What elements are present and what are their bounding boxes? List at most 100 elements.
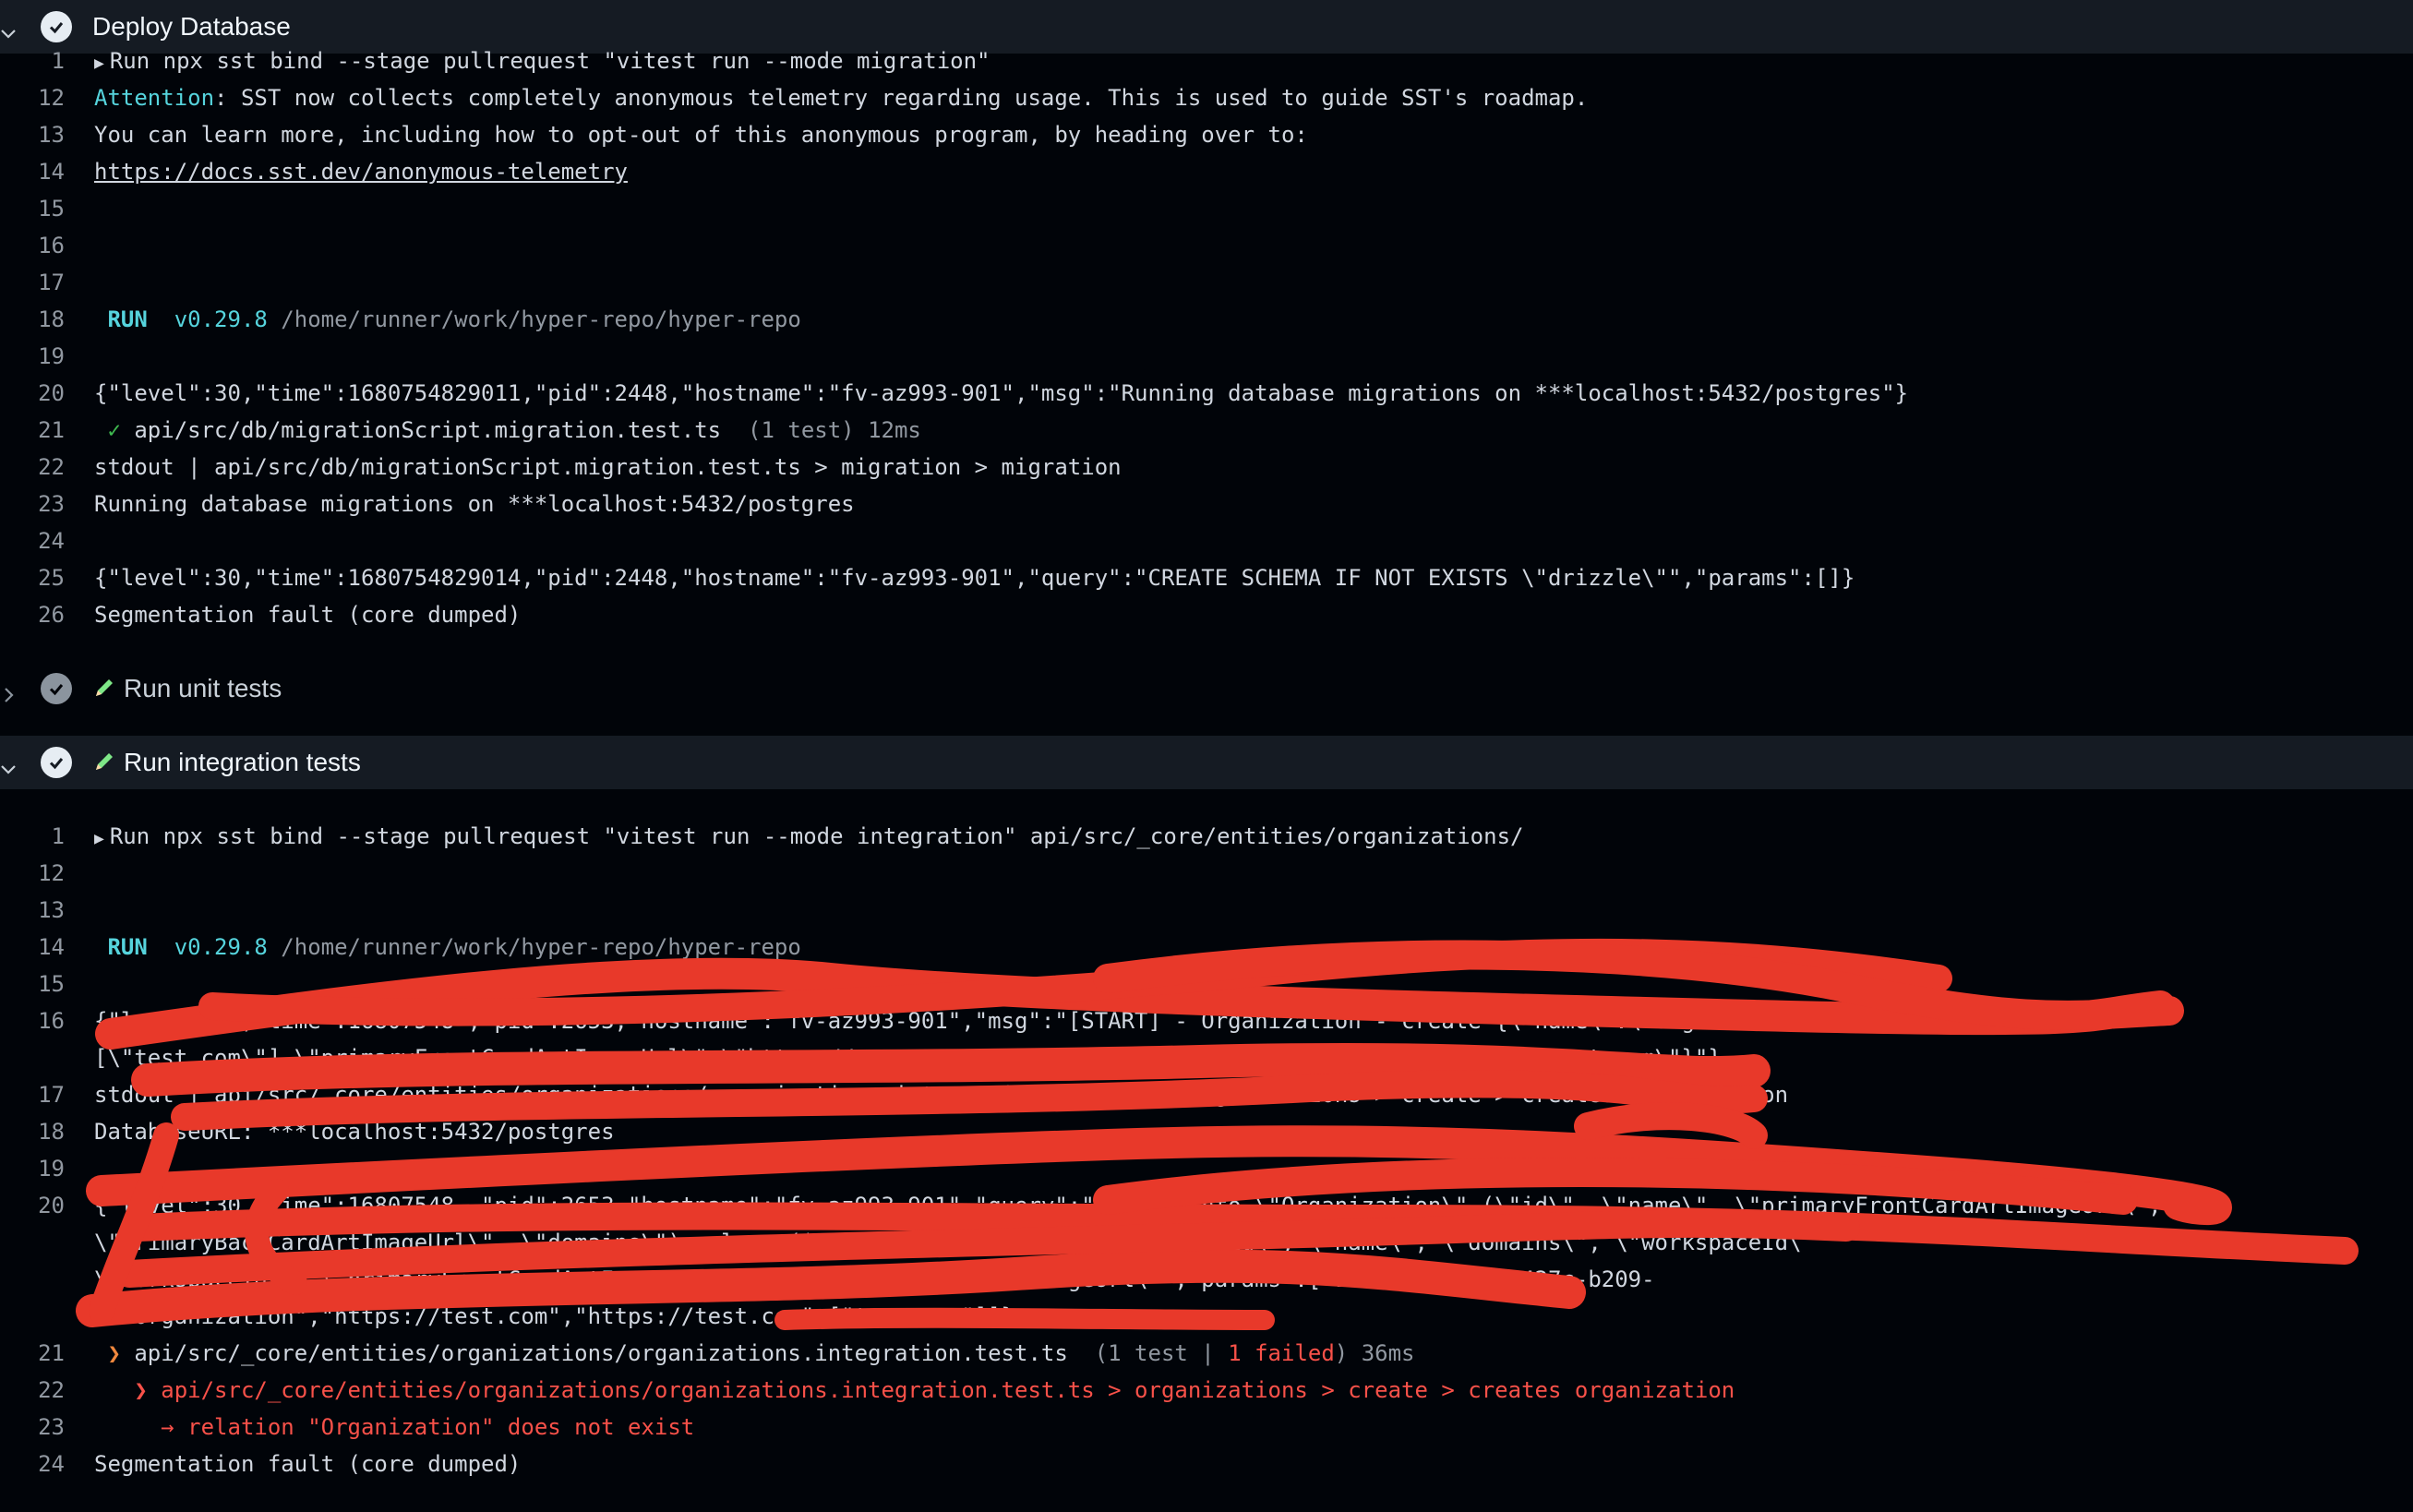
log-line: 24 Segmentation fault (core dumped) bbox=[0, 1446, 2413, 1482]
line-number: 25 bbox=[38, 565, 65, 591]
pass-check-icon: ✓ bbox=[94, 417, 121, 443]
log-line: 20 {"level":30,"time":16807548 ,"pid":265… bbox=[0, 1187, 2413, 1224]
line-number: 21 bbox=[38, 1340, 65, 1366]
expand-triangle-icon[interactable]: ▶ bbox=[94, 829, 104, 848]
version: v0.29.8 bbox=[174, 934, 268, 960]
log-line: 15 bbox=[0, 190, 2413, 227]
pencil-icon bbox=[96, 679, 113, 696]
chevron-down-icon[interactable] bbox=[0, 754, 17, 774]
line-number: 16 bbox=[38, 1008, 65, 1034]
step-title: Deploy Database bbox=[92, 12, 291, 41]
log-text: DatabaseURL: ***localhost:5432/postgres bbox=[94, 1119, 615, 1145]
log-line: Organization","https://test.com","https:… bbox=[0, 1298, 2413, 1335]
log-text: RUN v0.29.8 /home/runner/work/hyper-repo… bbox=[94, 301, 801, 338]
line-number: 20 bbox=[38, 1193, 65, 1218]
log-text: Organization","https://test.com","https:… bbox=[94, 1303, 1014, 1329]
log-line: 15 bbox=[0, 966, 2413, 1002]
log-line: \"primaryBackCardArtImageUrl\", \"domain… bbox=[0, 1224, 2413, 1261]
log-line: 16 bbox=[0, 227, 2413, 264]
log-text: Attention: SST now collects completely a… bbox=[94, 79, 1588, 116]
log-line: 16 {"level":30,"time":16807548 ,"pid":265… bbox=[0, 1002, 2413, 1039]
check-circle-icon bbox=[41, 747, 72, 778]
run-path: /home/runner/work/hyper-repo/hyper-repo bbox=[267, 306, 801, 332]
step-run-unit-tests[interactable]: Run unit tests bbox=[0, 662, 2413, 715]
log-line: 19 bbox=[0, 338, 2413, 375]
log-line: 21 ✓ api/src/db/migrationScript.migratio… bbox=[0, 412, 2413, 449]
line-number: 16 bbox=[38, 233, 65, 258]
log-text: {"level":30,"time":16807548 ,"pid":2653,… bbox=[94, 1193, 2162, 1218]
check-circle-icon bbox=[41, 11, 72, 42]
log-line: 19 bbox=[0, 1150, 2413, 1187]
log-line: \"workspaceId\", \"primaryFrontCardArtIm… bbox=[0, 1261, 2413, 1298]
telemetry-link[interactable]: https://docs.sst.dev/anonymous-telemetry bbox=[94, 159, 628, 185]
log-line: 1 ▶ Run npx sst bind --stage pullrequest "… bbox=[0, 42, 2413, 79]
log-text: ❯ api/src/_core/entities/organizations/o… bbox=[94, 1335, 1415, 1372]
log-line: 12 bbox=[0, 855, 2413, 892]
line-number: 1 bbox=[51, 823, 65, 849]
failed-test-path: api/src/_core/entities/organizations/org… bbox=[147, 1377, 1735, 1403]
log-line: 22 ❯ api/src/_core/entities/organization… bbox=[0, 1372, 2413, 1409]
log-text: Segmentation fault (core dumped) bbox=[94, 1451, 522, 1477]
line-number: 20 bbox=[38, 380, 65, 406]
log-text: stdout | api/src/db/migrationScript.migr… bbox=[94, 454, 1122, 480]
log-text: {"level":30,"time":1680754829014,"pid":2… bbox=[94, 565, 1855, 591]
chevron-down-icon[interactable] bbox=[0, 18, 17, 39]
log-line: 14 RUN v0.29.8 /home/runner/work/hyper-r… bbox=[0, 929, 2413, 966]
log-line: 13 bbox=[0, 892, 2413, 929]
log-line: 17 stdout | api/src/_core/entities/organi… bbox=[0, 1076, 2413, 1113]
log-text: {"level":30,"time":1680754829011,"pid":2… bbox=[94, 380, 1909, 406]
log-text: stdout | api/src/_core/entities/organiza… bbox=[94, 1082, 1789, 1108]
run-badge: RUN bbox=[94, 306, 174, 332]
line-number: 17 bbox=[38, 1082, 65, 1108]
pencil-icon bbox=[96, 753, 113, 770]
log-text: {"level":30,"time":16807548 ,"pid":2653,… bbox=[94, 1008, 1868, 1034]
log-text: https://docs.sst.dev/anonymous-telemetry bbox=[94, 153, 628, 190]
log-text: [\"test.com\"],\"primaryFrontCardArtImag… bbox=[94, 1045, 1722, 1071]
line-number: 18 bbox=[38, 306, 65, 332]
line-number: 18 bbox=[38, 1119, 65, 1145]
log-line: [\"test.com\"],\"primaryFrontCardArtImag… bbox=[0, 1039, 2413, 1076]
expand-triangle-icon[interactable]: ▶ bbox=[94, 54, 104, 73]
log-text: You can learn more, including how to opt… bbox=[94, 122, 1308, 148]
line-number: 24 bbox=[38, 1451, 65, 1477]
log-line: 23 Running database migrations on ***loca… bbox=[0, 486, 2413, 522]
line-number: 13 bbox=[38, 897, 65, 923]
log-text: RUN v0.29.8 /home/runner/work/hyper-repo… bbox=[94, 929, 800, 966]
line-number: 14 bbox=[38, 159, 65, 185]
line-number: 13 bbox=[38, 122, 65, 148]
step-run-integration-tests[interactable]: Run integration tests bbox=[0, 736, 2413, 789]
log-line: 18 RUN v0.29.8 /home/runner/work/hyper-r… bbox=[0, 301, 2413, 338]
test-summary: (1 test) 12ms bbox=[721, 417, 921, 443]
chevron-right-icon[interactable] bbox=[0, 680, 17, 702]
log-text: \"primaryBackCardArtImageUrl\", \"domain… bbox=[94, 1230, 1815, 1255]
run-badge: RUN bbox=[94, 934, 174, 960]
line-number: 23 bbox=[38, 1414, 65, 1440]
test-summary: (1 test | bbox=[1067, 1340, 1229, 1366]
fail-arrow-icon: ❯ bbox=[94, 1377, 148, 1403]
step-title: Run integration tests bbox=[124, 748, 361, 776]
log-line: 12 Attention: SST now collects completely… bbox=[0, 79, 2413, 116]
line-number: 23 bbox=[38, 491, 65, 517]
line-number: 19 bbox=[38, 343, 65, 369]
line-number: 12 bbox=[38, 85, 65, 111]
line-number: 22 bbox=[38, 454, 65, 480]
log-line: 21 ❯ api/src/_core/entities/organization… bbox=[0, 1335, 2413, 1372]
log-line: 13 You can learn more, including how to o… bbox=[0, 116, 2413, 153]
log-message: : SST now collects completely anonymous … bbox=[214, 85, 1589, 111]
log-text: ▶ Run npx sst bind --stage pullrequest "v… bbox=[94, 42, 990, 82]
log-text: → relation "Organization" does not exist bbox=[94, 1409, 694, 1446]
failed-count: 1 failed bbox=[1228, 1340, 1335, 1366]
log-text: Segmentation fault (core dumped) bbox=[94, 602, 522, 628]
log-line: 20 {"level":30,"time":1680754829011,"pid"… bbox=[0, 375, 2413, 412]
step-title-wrap: Run integration tests bbox=[92, 748, 361, 777]
line-number: 24 bbox=[38, 528, 65, 554]
line-number: 12 bbox=[38, 860, 65, 886]
test-file: api/src/db/migrationScript.migration.tes… bbox=[120, 417, 722, 443]
log-line: 22 stdout | api/src/db/migrationScript.mi… bbox=[0, 449, 2413, 486]
line-number: 14 bbox=[38, 934, 65, 960]
fail-arrow-icon: ❯ bbox=[94, 1340, 121, 1366]
test-duration: ) 36ms bbox=[1334, 1340, 1415, 1366]
log-line: 17 bbox=[0, 264, 2413, 301]
line-number: 26 bbox=[38, 602, 65, 628]
line-number: 22 bbox=[38, 1377, 65, 1403]
